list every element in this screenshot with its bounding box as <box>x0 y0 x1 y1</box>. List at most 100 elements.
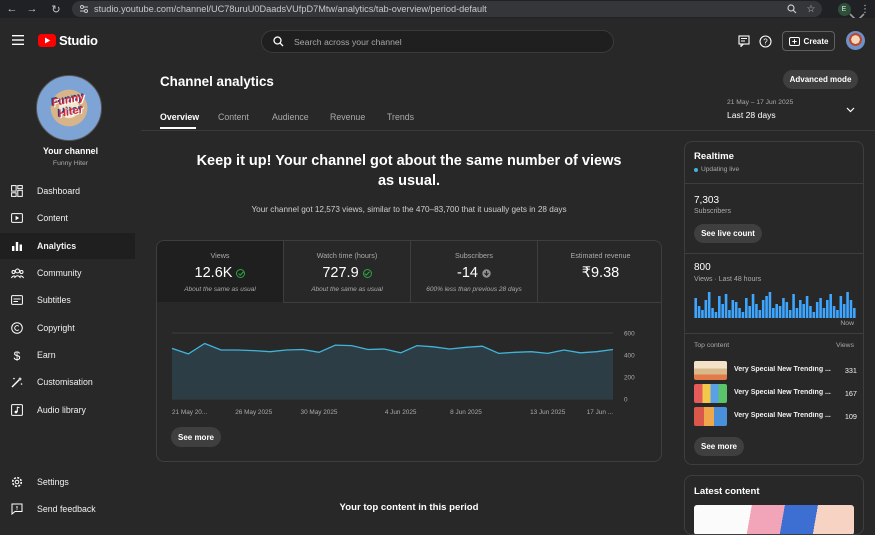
realtime-bar <box>842 304 846 318</box>
site-info-icon[interactable] <box>79 4 89 14</box>
search-input[interactable]: Search across your channel <box>261 30 614 53</box>
check-circle-icon <box>236 268 246 278</box>
channel-name: Your channel <box>42 146 99 156</box>
zoom-icon[interactable] <box>784 1 800 17</box>
advanced-mode-button[interactable]: Advanced mode <box>783 70 858 89</box>
realtime-title: Realtime <box>694 151 734 162</box>
realtime-bar <box>738 308 741 318</box>
sidebar-item-community[interactable]: Community <box>0 260 135 286</box>
sidebar-item-label: Earn <box>37 350 56 360</box>
see-more-button[interactable]: See more <box>171 427 221 447</box>
realtime-bar <box>724 294 728 318</box>
copyright-icon <box>10 321 24 335</box>
tab-revenue[interactable]: Revenue <box>330 112 365 122</box>
realtime-bar <box>707 292 711 318</box>
messages-icon[interactable] <box>738 35 750 47</box>
realtime-bar <box>714 312 718 318</box>
search-placeholder: Search across your channel <box>294 36 402 47</box>
reload-icon[interactable]: ↻ <box>46 0 66 18</box>
hamburger-menu-icon[interactable] <box>12 35 24 45</box>
address-bar[interactable]: studio.youtube.com/channel/UC78uruU0Daad… <box>72 1 822 17</box>
sidebar-item-label: Community <box>37 268 82 278</box>
realtime-bar <box>795 308 799 318</box>
sidebar-item-audio-library[interactable]: Audio library <box>0 397 135 423</box>
x-tick-label: 17 Jun ... <box>587 409 614 416</box>
realtime-bar <box>785 302 789 318</box>
account-avatar[interactable] <box>846 31 865 50</box>
video-thumbnail <box>694 361 727 380</box>
sidebar-item-copyright[interactable]: Copyright <box>0 315 135 341</box>
realtime-bar <box>701 310 704 318</box>
sidebar-item-subtitles[interactable]: Subtitles <box>0 287 135 313</box>
realtime-status: Updating live <box>694 166 739 173</box>
now-label: Now <box>840 320 854 327</box>
community-icon <box>10 266 24 280</box>
top-content-item[interactable]: Very Special New Trending ... 109 <box>694 407 857 427</box>
create-button[interactable]: Create <box>782 31 835 51</box>
date-range-picker[interactable]: 21 May – 17 Jun 2025 Last 28 days <box>727 99 867 123</box>
sidebar-item-earn[interactable]: $ Earn <box>0 342 135 368</box>
views-chart[interactable]: 600 400 200 0 21 May 20... 26 May 2025 30 May … <box>157 321 662 421</box>
sidebar-item-label: Dashboard <box>37 186 81 196</box>
metric-subscribers[interactable]: Subscribers -14 600% less than previous … <box>411 241 537 302</box>
realtime-bar <box>788 310 792 318</box>
top-content-item[interactable]: Very Special New Trending ... 167 <box>694 384 857 404</box>
realtime-bar <box>829 294 832 318</box>
realtime-bar <box>761 300 765 318</box>
realtime-bar <box>704 300 708 318</box>
top-content-item[interactable]: Very Special New Trending ... 331 <box>694 361 857 381</box>
realtime-bar <box>721 304 724 318</box>
realtime-bar <box>782 298 785 318</box>
studio-logo[interactable]: Studio <box>38 33 98 48</box>
tab-trends[interactable]: Trends <box>387 112 414 122</box>
latest-content-card: Latest content <box>684 475 864 535</box>
realtime-subscribers-value: 7,303 <box>694 195 720 206</box>
customisation-icon <box>10 375 24 389</box>
realtime-status-text: Updating live <box>701 166 740 173</box>
back-icon[interactable]: ← <box>2 0 22 18</box>
video-views: 109 <box>844 412 857 421</box>
video-title: Very Special New Trending ... <box>734 412 831 419</box>
channel-avatar[interactable]: Funny Hiter <box>36 75 102 141</box>
forward-icon[interactable]: → <box>22 0 42 18</box>
latest-video-thumbnail[interactable] <box>694 505 854 534</box>
sidebar-item-dashboard[interactable]: Dashboard <box>0 178 135 204</box>
see-live-count-button[interactable]: See live count <box>694 224 762 243</box>
realtime-bar <box>697 306 701 318</box>
sidebar-item-analytics[interactable]: Analytics <box>0 233 135 259</box>
realtime-bar <box>809 306 812 318</box>
help-icon[interactable]: ? <box>759 35 772 48</box>
tab-audience[interactable]: Audience <box>272 112 309 122</box>
realtime-bar <box>846 292 849 318</box>
metric-revenue[interactable]: Estimated revenue ₹9.38 <box>538 241 661 302</box>
views-column-label: Views <box>835 342 854 349</box>
metric-value: -14 <box>457 265 478 281</box>
realtime-bar <box>731 300 735 318</box>
svg-text:$: $ <box>14 349 21 362</box>
x-tick-label: 8 Jun 2025 <box>450 409 482 416</box>
sidebar-item-customisation[interactable]: Customisation <box>0 369 135 395</box>
metric-views[interactable]: Views 12.6K About the same as usual <box>157 241 283 302</box>
video-thumbnail <box>694 384 727 403</box>
tab-content[interactable]: Content <box>218 112 249 122</box>
headline-line-1: Keep it up! Your channel got about the s… <box>196 153 622 169</box>
earn-icon: $ <box>10 348 24 362</box>
metric-label: Subscribers <box>455 251 493 260</box>
sidebar-item-content[interactable]: Content <box>0 205 135 231</box>
browser-toolbar: ← → ↻ studio.youtube.com/channel/UC78uru… <box>0 0 875 18</box>
latest-content-title: Latest content <box>694 486 760 497</box>
audio-library-icon <box>10 403 24 417</box>
metric-watch-time[interactable]: Watch time (hours) 727.9 About the same … <box>284 241 410 302</box>
bookmark-star-icon[interactable]: ☆ <box>803 1 819 17</box>
realtime-views-chart[interactable] <box>694 290 856 318</box>
tab-overview[interactable]: Overview <box>160 112 199 122</box>
realtime-see-more-button[interactable]: See more <box>694 437 744 456</box>
metric-label: Watch time (hours) <box>316 251 378 260</box>
realtime-subscribers-label: Subscribers <box>694 208 731 215</box>
realtime-bar <box>839 296 843 318</box>
sidebar-item-send-feedback[interactable]: Send feedback <box>0 496 135 522</box>
sidebar-item-settings[interactable]: Settings <box>0 469 135 495</box>
y-tick-label: 600 <box>624 331 635 338</box>
y-tick-label: 200 <box>624 375 635 382</box>
metric-value: 727.9 <box>322 265 359 281</box>
